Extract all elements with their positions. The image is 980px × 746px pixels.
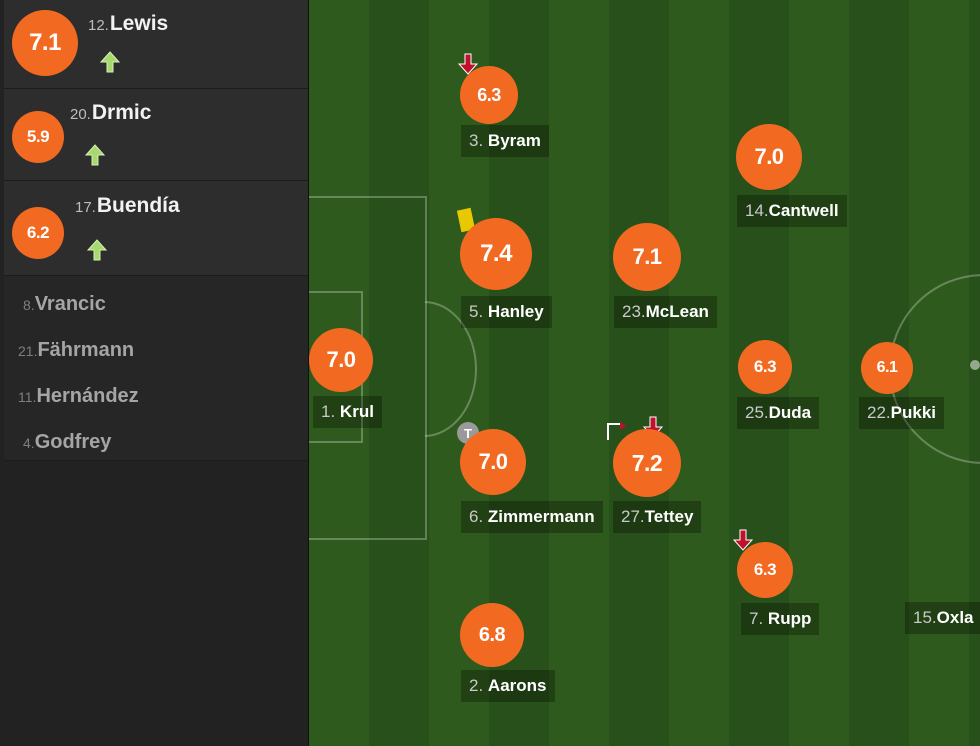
rating-badge: 7.4 [460,218,532,290]
player-name: McLean [645,302,709,321]
player-label[interactable]: 7. Rupp [741,603,820,635]
player-number: 12. [88,17,109,34]
substitute-row[interactable]: 6.2 17.Buendía [4,181,308,276]
bench-row[interactable]: 11.Hernández [4,368,308,415]
rating-badge: 6.3 [738,340,792,394]
player-name: Byram [487,131,541,150]
player-label[interactable]: 22.Pukki [859,397,944,429]
rating-badge: 7.1 [613,223,681,291]
player-name: Vrancic [34,293,106,315]
player-number: 7. [749,609,764,628]
player-number: 11. [18,389,37,405]
football-pitch: 7.0 1. Krul 6.3 3. Byram 7.4 5. Hanley T… [309,0,980,746]
player-label[interactable]: 14.Cantwell [737,195,847,227]
player-label[interactable]: 1. Krul [313,396,382,428]
player-name: Krul [339,402,374,421]
player-label[interactable]: 3. Byram [461,125,549,157]
player-name: Aarons [487,676,547,695]
player-number: 23. [622,302,646,321]
player-number: 14. [745,201,769,220]
player-name: Fährmann [37,339,135,361]
player-name: Oxla [936,608,974,627]
player-label[interactable]: 5. Hanley [461,296,552,328]
rating-badge: 6.8 [460,603,524,667]
player-number: 27. [621,507,645,526]
player-label[interactable]: 6. Zimmermann [461,501,603,533]
player-number: 17. [75,199,96,216]
player-name: Lewis [109,12,169,35]
player-label[interactable]: 2. Aarons [461,670,555,702]
player-name: Buendía [96,194,180,217]
player-number: 21. [18,343,38,359]
player-name: Pukki [890,403,936,422]
rating-badge: 7.0 [309,328,373,392]
rating-badge: 7.2 [613,429,681,497]
player-name: Godfrey [34,431,112,453]
player-number: 1. [321,402,336,421]
bench-row[interactable]: 21.Fährmann [4,322,308,369]
player-label[interactable]: 15.Oxla [905,602,980,634]
player-number: 5. [469,302,484,321]
sub-in-arrow-icon [86,239,108,261]
player-label[interactable]: 25.Duda [737,397,820,429]
player-number: 4. [23,435,35,451]
player-number: 6. [469,507,484,526]
substitute-row[interactable]: 7.1 12.Lewis [4,0,308,89]
player-number: 22. [867,403,891,422]
player-label[interactable]: 23.McLean [614,296,717,328]
bench-row[interactable]: 4.Godfrey [4,414,308,461]
rating-badge: 5.9 [12,111,64,163]
player-number: 8. [23,297,35,313]
rating-badge: 6.3 [737,542,793,598]
bench-row[interactable]: 8.Vrancic [4,276,308,323]
player-number: 25. [745,403,769,422]
player-name: Zimmermann [487,507,595,526]
player-number: 2. [469,676,484,695]
rating-badge: 6.1 [861,342,913,394]
rating-badge: 7.0 [460,429,526,495]
player-number: 15. [913,608,937,627]
substitutes-panel: 7.1 12.Lewis 5.9 20.Drmic 6.2 17.Buendía… [0,0,309,746]
player-name: Drmic [91,101,152,124]
player-name: Hernández [36,385,139,407]
rating-badge: 6.2 [12,207,64,259]
sub-in-arrow-icon [99,51,121,73]
sub-in-arrow-icon [84,144,106,166]
player-name: Duda [768,403,812,422]
player-name: Hanley [487,302,544,321]
player-number: 3. [469,131,484,150]
player-name: Rupp [767,609,812,628]
player-label[interactable]: 27.Tettey [613,501,702,533]
substitute-row[interactable]: 5.9 20.Drmic [4,89,308,181]
rating-badge: 6.3 [460,66,518,124]
player-name: Tettey [644,507,694,526]
center-spot [970,360,980,370]
rating-badge: 7.0 [736,124,802,190]
player-number: 20. [70,106,91,123]
rating-badge: 7.1 [12,10,78,76]
player-name: Cantwell [768,201,839,220]
